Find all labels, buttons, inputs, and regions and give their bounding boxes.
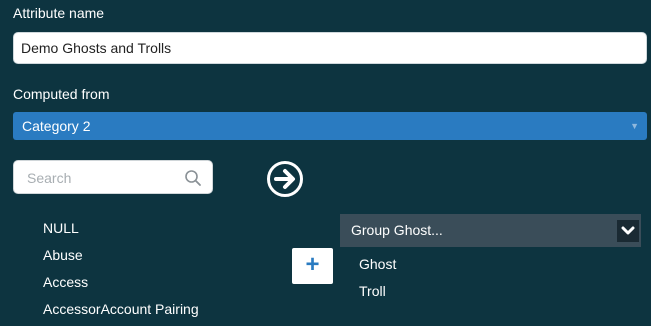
attribute-name-input[interactable] (13, 32, 647, 64)
group-member[interactable]: Ghost (359, 256, 396, 283)
list-item[interactable]: AccessorAccount Pairing (43, 299, 199, 326)
values-list: NULL Abuse Access AccessorAccount Pairin… (43, 218, 199, 326)
chevron-down-icon (621, 226, 635, 235)
caret-down-icon: ▼ (630, 121, 639, 131)
list-item[interactable]: NULL (43, 218, 199, 245)
search-icon[interactable] (184, 169, 202, 187)
add-to-group-button[interactable]: + (292, 248, 333, 284)
computed-from-label: Computed from (13, 86, 110, 102)
computed-from-selected-value: Category 2 (22, 118, 91, 134)
group-members-list: Ghost Troll (359, 256, 396, 310)
group-header[interactable]: Group Ghost... (340, 214, 641, 247)
computed-from-select[interactable]: Category 2 ▼ (13, 112, 647, 140)
list-item[interactable]: Abuse (43, 245, 199, 272)
arrow-right-circle-icon[interactable] (266, 160, 304, 198)
attribute-name-label: Attribute name (13, 5, 105, 21)
search-input[interactable] (25, 169, 179, 187)
group-member[interactable]: Troll (359, 283, 396, 310)
list-item[interactable]: Access (43, 272, 199, 299)
search-box[interactable] (13, 160, 213, 194)
group-toggle-button[interactable] (617, 220, 639, 242)
group-title: Group Ghost... (351, 222, 443, 238)
